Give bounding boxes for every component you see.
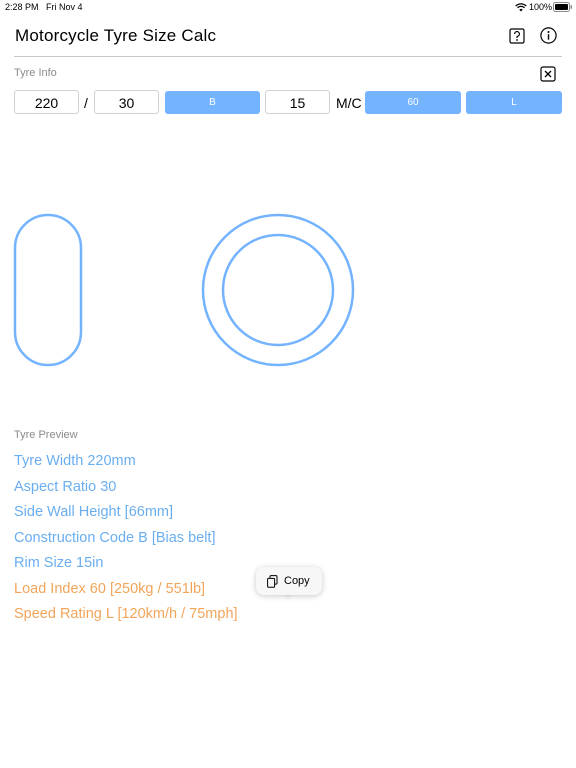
battery-icon <box>553 2 572 12</box>
preview-aspect-ratio: Aspect Ratio 30 <box>14 479 117 495</box>
copy-button[interactable]: Copy <box>256 567 322 595</box>
speed-rating-selector[interactable]: L <box>466 91 562 114</box>
info-circle-icon <box>540 27 557 44</box>
question-mark-icon <box>509 28 525 44</box>
help-button[interactable] <box>509 28 525 44</box>
status-time: 2:28 PM <box>5 2 39 12</box>
copy-icon <box>267 575 278 588</box>
aspect-ratio-input[interactable]: 30 <box>94 90 159 114</box>
preview-rim-size: Rim Size 15in <box>14 555 104 571</box>
close-square-icon <box>540 66 556 82</box>
rim-size-input[interactable]: 15 <box>265 90 330 114</box>
load-index-selector[interactable]: 60 <box>365 91 461 114</box>
copy-label: Copy <box>284 575 310 587</box>
status-date: Fri Nov 4 <box>46 2 83 12</box>
tyre-front-view <box>201 213 355 367</box>
width-aspect-separator: / <box>84 95 88 111</box>
construction-selector[interactable]: B <box>165 91 260 114</box>
info-button[interactable] <box>540 27 557 44</box>
preview-side-wall-height: Side Wall Height [66mm] <box>14 504 174 520</box>
mc-label: M/C <box>336 95 362 111</box>
wifi-icon <box>515 3 527 12</box>
tyre-info-label: Tyre Info <box>14 67 57 79</box>
header-divider <box>14 56 562 57</box>
tyre-preview-label: Tyre Preview <box>14 429 78 441</box>
clear-button[interactable] <box>540 66 556 87</box>
preview-construction-code: Construction Code B [Bias belt] <box>14 530 216 546</box>
preview-tyre-width: Tyre Width 220mm <box>14 453 136 469</box>
tyre-side-profile <box>13 213 83 367</box>
page-title: Motorcycle Tyre Size Calc <box>15 26 217 45</box>
tyre-width-input[interactable]: 220 <box>14 90 79 114</box>
battery-percent: 100% <box>529 2 553 12</box>
preview-speed-rating: Speed Rating L [120km/h / 75mph] <box>14 606 238 622</box>
preview-load-index: Load Index 60 [250kg / 551lb] <box>14 581 206 597</box>
